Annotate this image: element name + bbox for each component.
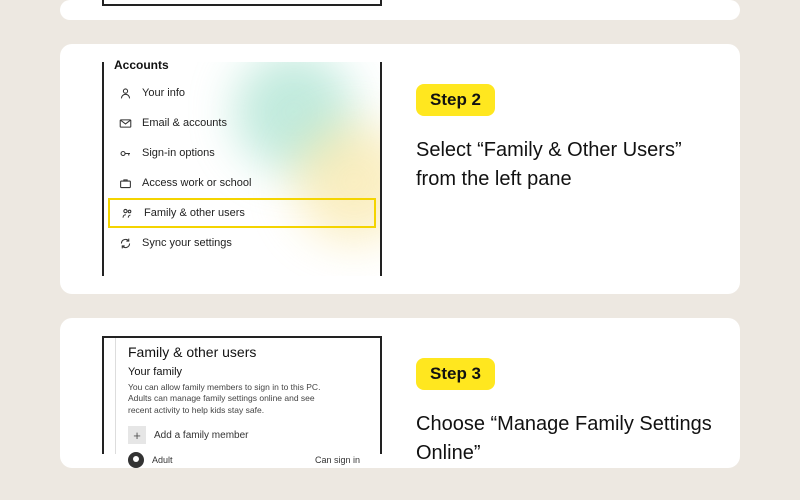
- step2-card: Accounts Your info Email & accounts Sign…: [60, 44, 740, 294]
- accounts-sidebar: Your info Email & accounts Sign-in optio…: [104, 76, 380, 258]
- sidebar-item-signin[interactable]: Sign-in options: [104, 138, 380, 168]
- panel-heading: Family & other users: [128, 344, 368, 360]
- briefcase-icon: [118, 176, 132, 190]
- sidebar-item-label: Family & other users: [144, 207, 245, 219]
- sidebar-item-family[interactable]: Family & other users: [108, 198, 376, 228]
- family-icon: [120, 206, 134, 220]
- step3-instruction: Choose “Manage Family Settings Online”: [416, 410, 712, 468]
- panel-description: You can allow family members to sign in …: [128, 382, 328, 416]
- step3-screenshot-frame: Family & other users Your family You can…: [102, 336, 382, 454]
- step2-instruction: Select “Family & Other Users” from the l…: [416, 136, 712, 194]
- envelope-icon: [118, 116, 132, 130]
- sidebar-item-label: Sign-in options: [142, 147, 215, 159]
- family-panel: Family & other users Your family You can…: [116, 338, 380, 454]
- step3-card: Family & other users Your family You can…: [60, 318, 740, 468]
- member-status: Can sign in: [315, 455, 360, 465]
- step2-text-col: Step 2 Select “Family & Other Users” fro…: [416, 62, 712, 276]
- sidebar-item-email[interactable]: Email & accounts: [104, 108, 380, 138]
- step1-frame-bottom-edge: [102, 0, 382, 6]
- step3-text-col: Step 3 Choose “Manage Family Settings On…: [416, 336, 712, 468]
- plus-icon: +: [128, 426, 146, 444]
- sidebar-item-label: Sync your settings: [142, 237, 232, 249]
- avatar-icon: [128, 452, 144, 468]
- family-member-row[interactable]: Adult Can sign in: [128, 452, 368, 468]
- step2-badge: Step 2: [416, 84, 495, 116]
- person-icon: [118, 86, 132, 100]
- sidebar-item-label: Email & accounts: [142, 117, 227, 129]
- sidebar-item-label: Access work or school: [142, 177, 251, 189]
- step1-card-tail: [60, 0, 740, 20]
- step3-badge: Step 3: [416, 358, 495, 390]
- sync-icon: [118, 236, 132, 250]
- sidebar-item-access[interactable]: Access work or school: [104, 168, 380, 198]
- panel-section: Your family: [128, 366, 368, 378]
- add-family-member-button[interactable]: + Add a family member: [128, 426, 368, 444]
- add-label: Add a family member: [154, 430, 248, 441]
- sidebar-item-label: Your info: [142, 87, 185, 99]
- sidebar-title: Accounts: [104, 58, 380, 76]
- sidebar-item-your-info[interactable]: Your info: [104, 78, 380, 108]
- step2-screenshot-frame: Accounts Your info Email & accounts Sign…: [102, 62, 382, 276]
- key-icon: [118, 146, 132, 160]
- sidebar-item-sync[interactable]: Sync your settings: [104, 228, 380, 258]
- member-name: Adult: [152, 455, 173, 465]
- settings-left-rail: [104, 338, 116, 454]
